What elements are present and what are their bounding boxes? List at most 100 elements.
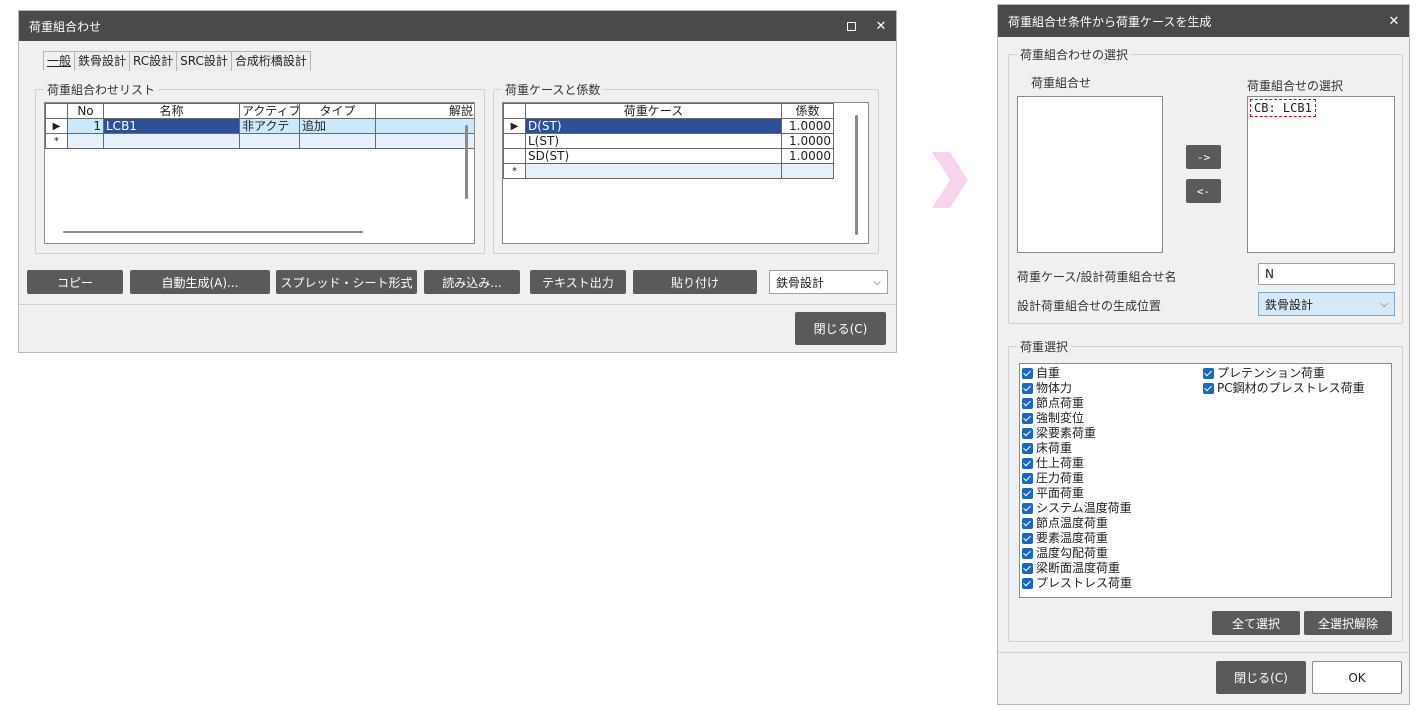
checkbox-item[interactable]: システム温度荷重 xyxy=(1022,501,1132,515)
close-icon[interactable]: ✕ xyxy=(866,11,896,41)
checkbox-item[interactable]: プレテンション荷重 xyxy=(1203,366,1325,380)
close-button[interactable]: 閉じる(C) xyxy=(1216,661,1306,694)
col-header-desc[interactable]: 解説 xyxy=(375,103,474,119)
combo-list-grid[interactable]: No 名称 アクティブ タイプ 解説 ▶ 1 LCB1 非アクテ 追加 * xyxy=(44,102,475,244)
new-row[interactable]: * xyxy=(45,133,474,149)
new-cell[interactable] xyxy=(299,133,376,149)
name-label: 荷重ケース/設計荷重組合せ名 xyxy=(1017,270,1177,284)
selected-combos-list[interactable]: CB: LCB1 xyxy=(1247,96,1395,253)
vertical-scrollbar[interactable] xyxy=(855,115,858,235)
cell-no[interactable]: 1 xyxy=(67,118,104,134)
checkbox-item[interactable]: 節点荷重 xyxy=(1022,396,1084,410)
checkbox-icon[interactable] xyxy=(1022,367,1033,379)
tab-general[interactable]: 一般 xyxy=(43,51,76,71)
checkbox-item[interactable]: 自重 xyxy=(1022,366,1060,380)
cell-active[interactable]: 非アクテ xyxy=(239,118,300,134)
checkbox-icon[interactable] xyxy=(1022,517,1033,529)
name-input[interactable]: N xyxy=(1258,263,1395,285)
col-header-active[interactable]: アクティブ xyxy=(239,103,300,119)
col-header-type[interactable]: タイプ xyxy=(299,103,376,119)
checkbox-icon[interactable] xyxy=(1022,397,1033,409)
horizontal-scrollbar[interactable] xyxy=(63,231,363,233)
cell-desc[interactable] xyxy=(375,118,474,134)
checkbox-item[interactable]: 節点温度荷重 xyxy=(1022,516,1108,530)
checkbox-label: 平面荷重 xyxy=(1036,486,1085,500)
add-button[interactable]: -> xyxy=(1186,145,1221,169)
new-cell[interactable] xyxy=(375,133,474,149)
checkbox-icon[interactable] xyxy=(1022,577,1033,589)
new-cell[interactable] xyxy=(239,133,300,149)
col-header-name[interactable]: 名称 xyxy=(103,103,240,119)
cell-factor[interactable]: 1.0000 xyxy=(781,118,834,134)
copy-button[interactable]: コピー xyxy=(27,270,123,294)
checkbox-icon[interactable] xyxy=(1203,382,1214,394)
checkbox-item[interactable]: 圧力荷重 xyxy=(1022,471,1084,485)
new-cell[interactable] xyxy=(103,133,240,149)
checkbox-icon[interactable] xyxy=(1022,382,1033,394)
checkbox-item[interactable]: PC鋼材のプレストレス荷重 xyxy=(1203,381,1365,395)
tab-composite-girder[interactable]: 合成桁橋設計 xyxy=(230,51,311,71)
select-all-button[interactable]: 全て選択 xyxy=(1212,611,1300,635)
maximize-icon[interactable] xyxy=(836,11,866,41)
remove-button[interactable]: <- xyxy=(1186,179,1221,203)
table-row[interactable]: L(ST) 1.0000 xyxy=(503,133,834,149)
checkbox-item[interactable]: 要素温度荷重 xyxy=(1022,531,1108,545)
checkbox-icon[interactable] xyxy=(1022,427,1033,439)
checkbox-icon[interactable] xyxy=(1022,412,1033,424)
tab-rc-design[interactable]: RC設計 xyxy=(129,51,178,71)
checkbox-item[interactable]: プレストレス荷重 xyxy=(1022,576,1132,590)
table-row[interactable]: SD(ST) 1.0000 xyxy=(503,148,834,164)
checkbox-icon[interactable] xyxy=(1022,442,1033,454)
checkbox-item[interactable]: 平面荷重 xyxy=(1022,486,1084,500)
list-item[interactable]: CB: LCB1 xyxy=(1250,99,1316,117)
vertical-scrollbar[interactable] xyxy=(465,125,468,199)
checkbox-icon[interactable] xyxy=(1022,457,1033,469)
load-checklist[interactable]: 自重 物体力 節点荷重 強制変位 梁要素荷重 床荷重 仕上荷重 圧力荷重 平面荷… xyxy=(1019,363,1392,598)
checkbox-item[interactable]: 仕上荷重 xyxy=(1022,456,1084,470)
new-row[interactable]: * xyxy=(503,163,834,179)
checkbox-item[interactable]: 物体力 xyxy=(1022,381,1072,395)
cell-case[interactable]: D(ST) xyxy=(525,118,782,134)
checkbox-icon[interactable] xyxy=(1022,532,1033,544)
spreadsheet-button[interactable]: スプレッド・シート形式 xyxy=(276,270,417,294)
checkbox-item[interactable]: 強制変位 xyxy=(1022,411,1084,425)
new-cell[interactable] xyxy=(67,133,104,149)
close-icon[interactable]: ✕ xyxy=(1379,6,1409,36)
checkbox-item[interactable]: 温度勾配荷重 xyxy=(1022,546,1108,560)
checkbox-icon[interactable] xyxy=(1203,367,1214,379)
checkbox-icon[interactable] xyxy=(1022,472,1033,484)
table-row[interactable]: ▶ 1 LCB1 非アクテ 追加 xyxy=(45,118,474,134)
cell-case[interactable]: L(ST) xyxy=(525,133,782,149)
tab-steel-design[interactable]: 鉄骨設計 xyxy=(74,51,131,71)
paste-button[interactable]: 貼り付け xyxy=(633,270,757,294)
col-header-case[interactable]: 荷重ケース xyxy=(525,103,782,119)
cell-factor[interactable]: 1.0000 xyxy=(781,148,834,164)
available-combos-list[interactable] xyxy=(1017,96,1163,253)
col-header-factor[interactable]: 係数 xyxy=(781,103,834,119)
new-cell[interactable] xyxy=(781,163,834,179)
checkbox-icon[interactable] xyxy=(1022,547,1033,559)
col-header-no[interactable]: No xyxy=(67,103,104,119)
deselect-all-button[interactable]: 全選択解除 xyxy=(1304,611,1392,635)
checkbox-icon[interactable] xyxy=(1022,562,1033,574)
import-button[interactable]: 読み込み... xyxy=(424,270,520,294)
tab-src-design[interactable]: SRC設計 xyxy=(176,51,232,71)
checkbox-icon[interactable] xyxy=(1022,502,1033,514)
auto-generate-button[interactable]: 自動生成(A)... xyxy=(130,270,270,294)
cell-factor[interactable]: 1.0000 xyxy=(781,133,834,149)
checkbox-icon[interactable] xyxy=(1022,487,1033,499)
cell-name[interactable]: LCB1 xyxy=(103,118,240,134)
checkbox-item[interactable]: 梁断面温度荷重 xyxy=(1022,561,1120,575)
new-cell[interactable] xyxy=(525,163,782,179)
checkbox-item[interactable]: 床荷重 xyxy=(1022,441,1072,455)
position-select[interactable]: 鉄骨設計 ⌵ xyxy=(1258,292,1395,316)
close-button[interactable]: 閉じる(C) xyxy=(795,312,886,345)
case-factor-grid[interactable]: 荷重ケース 係数 ▶ D(ST) 1.0000 L(ST) 1.0000 SD(… xyxy=(502,102,869,244)
design-type-select[interactable]: 鉄骨設計 ⌵ xyxy=(769,270,888,294)
checkbox-item[interactable]: 梁要素荷重 xyxy=(1022,426,1096,440)
cell-case[interactable]: SD(ST) xyxy=(525,148,782,164)
ok-button[interactable]: OK xyxy=(1312,661,1402,694)
table-row[interactable]: ▶ D(ST) 1.0000 xyxy=(503,118,834,134)
cell-type[interactable]: 追加 xyxy=(299,118,376,134)
text-output-button[interactable]: テキスト出力 xyxy=(530,270,626,294)
